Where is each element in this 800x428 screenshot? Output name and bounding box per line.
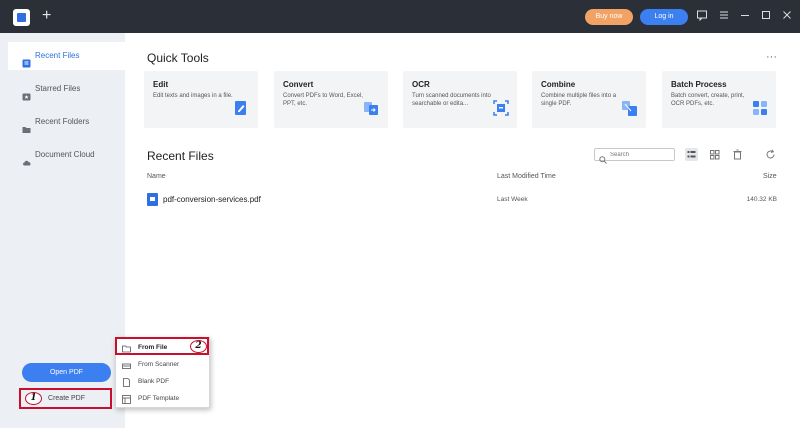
column-header-modified[interactable]: Last Modified Time [497,173,556,180]
search-input[interactable] [610,150,672,159]
maximize-icon[interactable] [759,9,773,23]
folder-icon [22,118,31,133]
search-icon [599,151,607,164]
sidebar-item-starred-files[interactable]: Starred Files [8,75,125,103]
menu-item-from-scanner[interactable]: From Scanner [116,356,209,373]
tool-card-description: Turn scanned documents into searchable o… [412,93,491,107]
tool-card-batch-process[interactable]: Batch Process Batch convert, create, pri… [662,71,776,128]
recent-files-icon [22,52,31,68]
sidebar-item-recent-folders[interactable]: Recent Folders [8,108,125,136]
scanner-icon [122,360,131,369]
open-pdf-button[interactable]: Open PDF [22,363,111,382]
tool-card-edit[interactable]: Edit Edit texts and images in a file. [144,71,258,128]
sidebar-item-label: Document Cloud [35,150,95,159]
sidebar-item-label: Starred Files [35,84,81,93]
cloud-icon [22,151,31,166]
menu-item-label: From Scanner [138,361,180,368]
sidebar-item-recent-files[interactable]: Recent Files [8,42,125,70]
new-tab-button[interactable]: + [42,7,51,25]
edit-tool-icon [234,100,248,116]
table-row[interactable]: pdf-conversion-services.pdf Last Week 14… [147,193,777,207]
quick-tools-title: Quick Tools [147,51,209,65]
message-icon[interactable] [695,9,709,23]
star-folder-icon [22,85,31,101]
template-icon [122,394,131,404]
tool-card-description: Combine multiple files into a single PDF… [541,93,617,107]
buy-now-button[interactable]: Buy now [585,9,633,25]
sidebar-item-label: Recent Folders [35,117,90,126]
tool-card-title: Combine [541,80,576,89]
list-view-button[interactable] [685,148,698,161]
menu-icon[interactable] [717,9,731,23]
file-size: 140.32 KB [746,196,777,203]
blank-page-icon [122,377,131,387]
step-2-marker: 2 [190,340,207,353]
tool-card-title: Convert [283,80,314,89]
recent-files-title: Recent Files [147,149,214,163]
menu-item-blank-pdf[interactable]: Blank PDF [116,373,209,390]
tool-card-title: OCR [412,80,430,89]
tool-card-description: Convert PDFs to Word, Excel, PPT, etc. [283,93,363,107]
main-panel: Quick Tools ··· Edit Edit texts and imag… [125,33,800,428]
combine-tool-icon [622,100,637,116]
tool-card-combine[interactable]: Combine Combine multiple files into a si… [532,71,646,128]
more-options-button[interactable]: ··· [766,51,777,63]
menu-item-label: PDF Template [138,395,180,402]
batch-process-icon [752,100,767,116]
title-bar: + Buy now Log in [0,0,800,33]
refresh-icon[interactable] [764,148,777,161]
column-header-name[interactable]: Name [147,173,166,180]
minimize-icon[interactable] [738,9,752,23]
grid-view-button[interactable] [708,148,721,161]
convert-tool-icon [364,100,378,116]
file-name: pdf-conversion-services.pdf [163,195,261,204]
tool-card-ocr[interactable]: OCR Turn scanned documents into searchab… [403,71,517,128]
close-icon[interactable] [780,9,794,23]
pdf-file-icon [147,193,158,206]
ocr-tool-icon [493,100,509,116]
tool-card-title: Batch Process [671,80,727,89]
menu-item-label: Blank PDF [138,378,170,385]
tool-card-title: Edit [153,80,169,89]
sidebar-item-label: Recent Files [35,51,80,60]
app-logo-icon [13,9,30,26]
tool-card-convert[interactable]: Convert Convert PDFs to Word, Excel, PPT… [274,71,388,128]
delete-icon[interactable] [731,148,744,161]
sidebar-item-document-cloud[interactable]: Document Cloud [8,141,125,169]
menu-item-pdf-template[interactable]: PDF Template [116,390,209,407]
tool-card-description: Batch convert, create, print, OCR PDFs, … [671,93,745,107]
column-header-size[interactable]: Size [763,173,777,180]
tool-card-description: Edit texts and images in a file. [153,93,233,99]
file-modified: Last Week [497,196,528,203]
step-1-marker: 1 [25,392,42,405]
search-field[interactable] [594,148,675,164]
log-in-button[interactable]: Log in [640,9,688,25]
